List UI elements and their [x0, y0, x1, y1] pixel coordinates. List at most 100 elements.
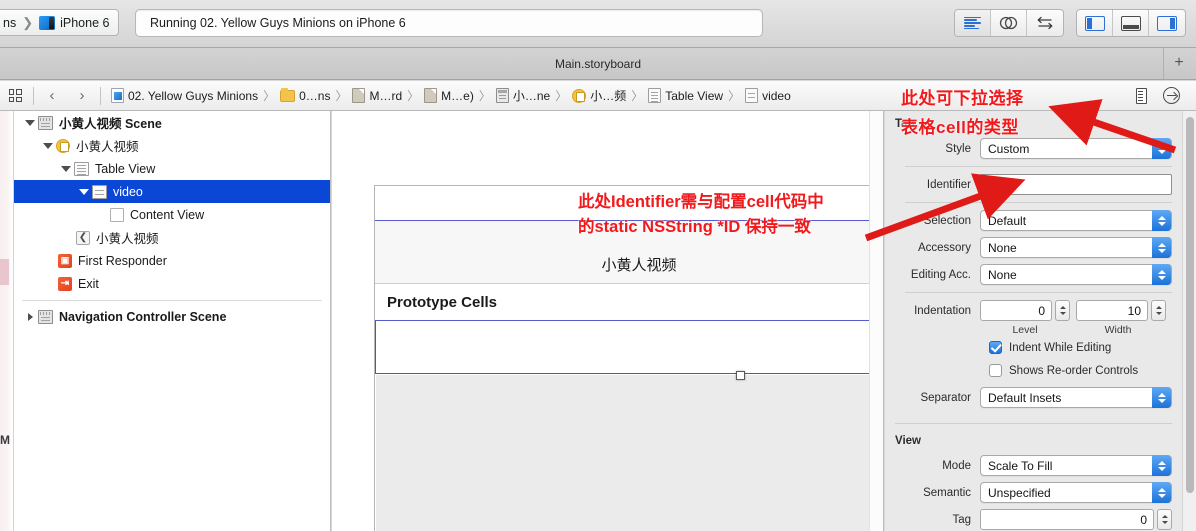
- tag-stepper[interactable]: 0: [980, 509, 1172, 530]
- identifier-input[interactable]: video: [980, 174, 1172, 195]
- prototype-cell-selected[interactable]: [375, 321, 883, 374]
- document-outline[interactable]: 小黄人视频 Scene 小黄人视频 Table View video Conte…: [14, 111, 331, 531]
- breadcrumb-item-file-2[interactable]: M…e): [421, 88, 477, 103]
- scheme-selector[interactable]: ns ❯ iPhone 6: [0, 9, 120, 36]
- navigation-item-icon: ❮: [76, 230, 90, 245]
- outline-row-navigation-controller-scene[interactable]: Navigation Controller Scene: [14, 305, 330, 328]
- accessory-label: Accessory: [917, 241, 971, 254]
- breadcrumb-item-file-1[interactable]: M…rd: [349, 88, 405, 103]
- toolbar-right-controls: [954, 9, 1186, 37]
- chevron-updown-icon: [1152, 387, 1171, 408]
- tag-input[interactable]: 0: [980, 509, 1154, 530]
- mode-value: Scale To Fill: [988, 458, 1053, 473]
- accessory-select[interactable]: None: [980, 237, 1172, 258]
- outline-row-table-view[interactable]: Table View: [14, 157, 330, 180]
- separator-label: Separator: [920, 391, 971, 404]
- breadcrumb-item-cell[interactable]: video: [742, 88, 794, 103]
- style-select[interactable]: Custom: [980, 138, 1172, 159]
- go-forward-button[interactable]: ›: [67, 87, 97, 104]
- outline-row-exit[interactable]: ⇥ Exit: [14, 272, 330, 295]
- xcode-window: ns ❯ iPhone 6 Running 02. Yellow Guys Mi…: [0, 0, 1196, 531]
- outline-row-navigation-item[interactable]: ❮ 小黄人视频: [14, 226, 330, 249]
- inspector-scrollbar[interactable]: [1182, 111, 1196, 531]
- indentation-width-input[interactable]: 10: [1076, 300, 1148, 321]
- indentation-level-stepper[interactable]: 0: [980, 300, 1070, 321]
- semantic-row: Semantic Unspecified: [885, 479, 1182, 506]
- view-controller-icon: [572, 88, 587, 103]
- edge-glyph: M: [0, 433, 10, 447]
- outline-row-video-cell[interactable]: video: [14, 180, 330, 203]
- indentation-level-input[interactable]: 0: [980, 300, 1052, 321]
- related-items-button[interactable]: [0, 89, 30, 102]
- stepper-icon[interactable]: [1151, 300, 1166, 321]
- breadcrumb-item-scene[interactable]: 小…ne: [493, 87, 553, 104]
- selection-select[interactable]: Default: [980, 210, 1172, 231]
- go-back-button[interactable]: ‹: [37, 87, 67, 104]
- scheme-device-label: iPhone 6: [60, 15, 110, 30]
- resize-handle[interactable]: [736, 371, 745, 380]
- tag-value: 0: [1140, 512, 1147, 527]
- style-label: Style: [945, 142, 971, 155]
- outline-row-first-responder[interactable]: ▣ First Responder: [14, 249, 330, 272]
- accessory-row: Accessory None: [885, 234, 1182, 261]
- stepper-icon[interactable]: [1157, 509, 1172, 530]
- breadcrumb-separator: 〉: [335, 89, 348, 103]
- indent-while-editing-checkbox[interactable]: [989, 341, 1002, 354]
- panel-right-icon: [1157, 15, 1177, 31]
- breadcrumb-separator: 〉: [555, 89, 568, 103]
- disclosure-triangle[interactable]: [40, 142, 56, 149]
- disclosure-triangle[interactable]: [58, 165, 74, 172]
- breadcrumb-item-folder[interactable]: 0…ns: [277, 87, 333, 103]
- first-responder-icon: ▣: [58, 253, 72, 268]
- canvas-scrollbar[interactable]: [869, 111, 883, 531]
- navigator-toggle-button[interactable]: [1077, 10, 1113, 36]
- disclosure-triangle[interactable]: [22, 119, 38, 126]
- separator-select[interactable]: Default Insets: [980, 387, 1172, 408]
- outline-row-scene[interactable]: 小黄人视频 Scene: [14, 111, 330, 134]
- panel-left-icon: [1084, 15, 1105, 31]
- tab-divider: [1163, 48, 1164, 79]
- disclosure-triangle[interactable]: [76, 188, 92, 195]
- indent-while-editing-row[interactable]: Indent While Editing: [885, 336, 1182, 359]
- chevron-updown-icon: [1152, 237, 1171, 258]
- active-tab-label[interactable]: Main.storyboard: [555, 57, 641, 71]
- assistant-editor-button[interactable]: [991, 10, 1027, 36]
- standard-editor-button[interactable]: [955, 10, 991, 36]
- indentation-width-stepper[interactable]: 10: [1076, 300, 1166, 321]
- outline-row-label: Exit: [78, 276, 99, 291]
- mode-select[interactable]: Scale To Fill: [980, 455, 1172, 476]
- shows-reorder-row[interactable]: Shows Re-order Controls: [885, 359, 1182, 382]
- chevron-updown-icon: [1152, 482, 1171, 503]
- breadcrumb-separator: 〉: [478, 89, 491, 103]
- outline-row-content-view[interactable]: Content View: [14, 203, 330, 226]
- breadcrumb-item-project[interactable]: 02. Yellow Guys Minions: [108, 88, 261, 103]
- arrow-circle-icon[interactable]: [1163, 87, 1180, 104]
- breadcrumb: 02. Yellow Guys Minions 〉 0…ns 〉 M…rd 〉 …: [104, 81, 1136, 110]
- scrollbar-thumb[interactable]: [1186, 117, 1194, 493]
- activity-status-text: Running 02. Yellow Guys Minions on iPhon…: [150, 16, 406, 30]
- shows-reorder-checkbox[interactable]: [989, 364, 1002, 377]
- breadcrumb-label: Table View: [665, 88, 724, 103]
- debug-toggle-button[interactable]: [1113, 10, 1149, 36]
- breadcrumb-item-table-view[interactable]: Table View: [645, 88, 726, 103]
- attributes-inspector[interactable]: Tab Style Custom Identifier video Select…: [885, 111, 1196, 531]
- breadcrumb-item-view-controller[interactable]: 小…频: [569, 87, 629, 104]
- section-title-view: View: [895, 435, 921, 447]
- indentation-row: Indentation 0 10: [885, 297, 1182, 324]
- view-controller-canvas[interactable]: 小黄人视频 Prototype Cells: [374, 185, 883, 531]
- identifier-label: Identifier: [926, 178, 971, 191]
- ruler-icon[interactable]: [1136, 87, 1147, 104]
- add-tab-button[interactable]: +: [1170, 54, 1188, 72]
- semantic-select[interactable]: Unspecified: [980, 482, 1172, 503]
- storyboard-canvas[interactable]: 小黄人视频 Prototype Cells: [332, 111, 884, 531]
- editing-accessory-select[interactable]: None: [980, 264, 1172, 285]
- navigation-bar-title: 小黄人视频: [601, 257, 677, 274]
- style-value: Custom: [988, 141, 1030, 156]
- divider: [905, 202, 1172, 203]
- stepper-icon[interactable]: [1055, 300, 1070, 321]
- navigation-bar[interactable]: 小黄人视频: [375, 220, 883, 284]
- utilities-toggle-button[interactable]: [1149, 10, 1185, 36]
- version-editor-button[interactable]: [1027, 10, 1063, 36]
- outline-row-view-controller[interactable]: 小黄人视频: [14, 134, 330, 157]
- disclosure-triangle[interactable]: [22, 312, 38, 321]
